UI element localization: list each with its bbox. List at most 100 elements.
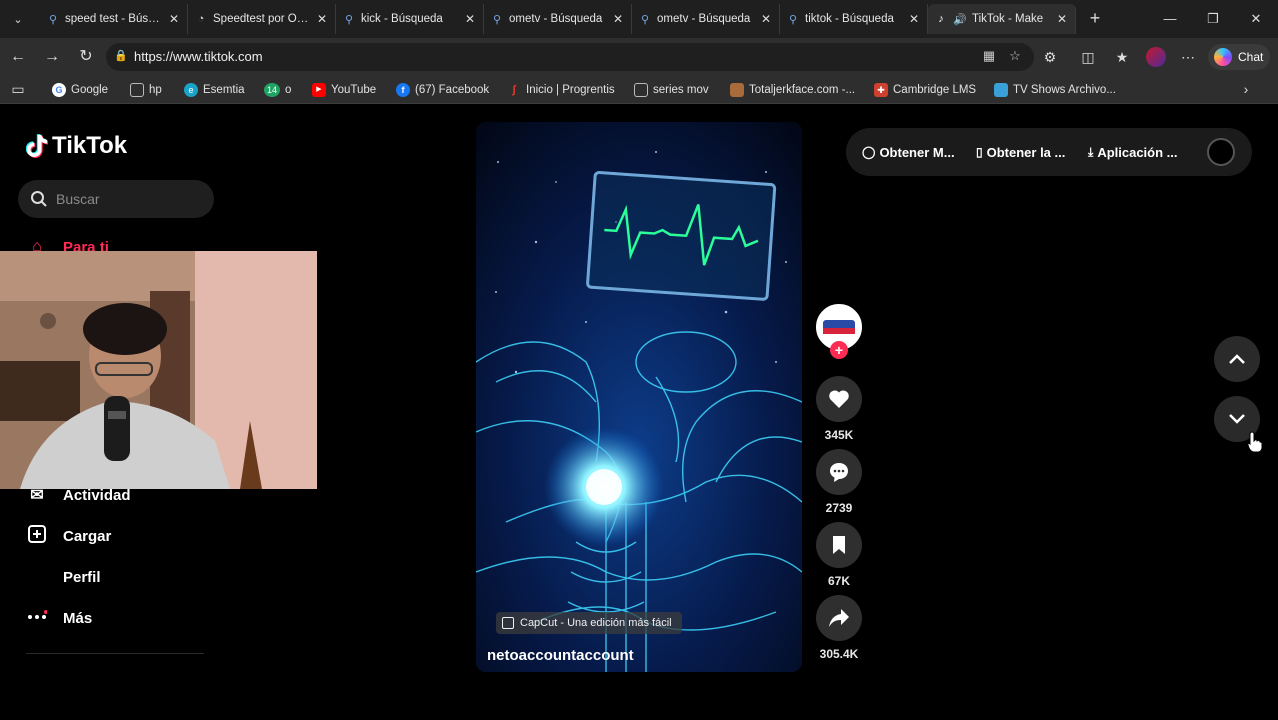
favorite-star-icon[interactable]: ☆ [1006,48,1024,66]
bookmark-progrentis[interactable]: ∫ Inicio | Progrentis [507,81,615,99]
download-icon: ⤓ [1088,144,1094,159]
tab-ometv-1[interactable]: ⚲ ometv - Búsqueda ✕ [484,4,632,34]
tab-kick[interactable]: ⚲ kick - Búsqueda ✕ [336,4,484,34]
nav-label: Perfil [63,568,101,586]
bookmark-google[interactable]: G Google [52,81,108,99]
chevron-down-icon [1229,414,1245,424]
split-screen-icon[interactable]: ◫ [1078,47,1098,67]
close-icon[interactable]: ✕ [465,12,477,26]
bookmark-totaljerkface[interactable]: Totaljerkface.com -... [730,81,855,99]
get-coins-button[interactable]: ◯ Obtener M... [862,144,955,160]
bookmark-youtube[interactable]: ▶ YouTube [312,81,376,99]
bookmark-cambridge[interactable]: ✚ Cambridge LMS [874,81,976,99]
tab-tiktok[interactable]: ♪ 🔊 TikTok - Make ✕ [928,4,1076,34]
chevron-right-icon[interactable]: › [1236,79,1256,99]
bookmark-series-mov[interactable]: series mov [634,81,709,99]
favorites-icon[interactable]: ★ [1112,47,1132,67]
tiktok-logo-icon [26,134,48,158]
desktop-app-button[interactable]: ⤓ Aplicación ... [1088,144,1178,160]
lock-icon[interactable]: 🔒 [114,49,128,63]
nav-perfil[interactable]: Perfil [26,565,101,589]
profile-avatar[interactable] [1146,47,1166,67]
tiktok-logo[interactable]: TikTok [26,132,127,160]
bookmark-label: Esemtia [203,84,245,96]
copilot-chat-button[interactable]: Chat [1208,44,1270,70]
browser-toolbar: ← → ↻ 🔒 https://www.tiktok.com ▦ ☆ ⚙ ◫ ★… [0,38,1278,76]
tab-tiktok-search[interactable]: ⚲ tiktok - Búsqueda ✕ [780,4,928,34]
bookmark-label: series mov [653,84,709,96]
close-icon[interactable]: ✕ [761,12,773,26]
bookmarks-menu-icon[interactable]: ▭ [8,79,28,99]
close-icon[interactable]: ✕ [1057,12,1069,26]
address-bar[interactable]: 🔒 https://www.tiktok.com ▦ ☆ [106,43,1034,71]
sidebar-divider [26,653,204,654]
user-avatar-circle[interactable] [1207,138,1235,166]
tab-title: kick - Búsqueda [361,13,443,25]
search-placeholder[interactable]: Buscar [56,191,100,207]
nav-label: Más [63,609,93,627]
hand-cursor-icon [1247,431,1263,453]
nav-mas[interactable]: Más [26,606,92,630]
close-icon[interactable]: ✕ [317,12,329,26]
progrentis-icon: ∫ [512,84,516,96]
bookmark-label: hp [149,84,162,96]
search-icon [30,190,48,208]
close-window-button[interactable]: ✕ [1246,8,1266,30]
get-app-button[interactable]: ▯ Obtener la ... [976,144,1065,160]
restore-button[interactable]: ❐ [1203,8,1223,30]
like-count: 345K [824,428,854,442]
close-icon[interactable]: ✕ [169,12,181,26]
like-button[interactable] [816,376,862,422]
tab-speedtest-ookla[interactable]: ◔ Speedtest por Ookla ✕ [188,4,336,34]
taskbar-strip [0,672,1278,720]
bookmark-label: o [285,84,292,96]
comment-count: 2739 [825,501,853,515]
tv-icon [994,83,1008,97]
bookmark-esemtia[interactable]: e Esemtia [184,81,245,99]
nav-cargar[interactable]: Cargar [26,524,111,548]
previous-video-button[interactable] [1214,336,1260,382]
video-author[interactable]: netoaccountaccount [487,647,634,664]
more-options-icon[interactable]: ⋯ [1178,47,1198,67]
tab-speed-test[interactable]: ⚲ speed test - Búsqueda ✕ [40,4,188,34]
bookmark-icon [833,536,845,554]
tab-actions-menu-button[interactable]: ⌄ [6,7,30,31]
comment-icon [830,463,848,482]
chevron-up-icon [1229,354,1245,364]
video-player[interactable] [476,122,802,672]
close-icon[interactable]: ✕ [909,12,921,26]
refresh-button[interactable]: ↻ [74,45,98,69]
pill-label: Aplicación ... [1097,144,1178,160]
bookmark-hp[interactable]: hp [130,81,162,99]
comment-button[interactable] [816,449,862,495]
search-icon: ⚲ [344,13,354,26]
bookmark-facebook[interactable]: f (67) Facebook [396,81,489,99]
phone-icon: ▯ [976,145,983,159]
search-box[interactable]: Buscar [18,180,214,218]
url-text[interactable]: https://www.tiktok.com [134,49,263,64]
speaker-icon[interactable]: 🔊 [953,13,967,26]
forward-button[interactable]: → [40,45,64,69]
follow-plus-button[interactable]: + [830,341,848,359]
new-tab-button[interactable]: + [1084,8,1106,30]
tab-ometv-2[interactable]: ⚲ ometv - Búsqueda ✕ [632,4,780,34]
back-button[interactable]: ← [6,45,30,69]
tab-title: Speedtest por Ookla [213,13,313,25]
bookmark-o[interactable]: 14 o [264,81,291,99]
save-button[interactable] [816,522,862,568]
tab-title: ometv - Búsqueda [509,13,603,25]
pill-label: Obtener M... [879,144,955,160]
share-icon [829,609,849,627]
minimize-button[interactable]: — [1160,8,1180,30]
nav-label: Cargar [63,527,112,545]
folder-icon [130,83,144,97]
close-icon[interactable]: ✕ [613,12,625,26]
share-button[interactable] [816,595,862,641]
capcut-banner[interactable]: CapCut - Una edición más fácil [496,612,682,634]
extensions-icon[interactable]: ⚙ [1040,47,1060,67]
bookmark-tv-shows[interactable]: TV Shows Archivo... [994,81,1116,99]
webcam-image [0,251,317,489]
upload-icon [26,524,48,549]
app-available-icon[interactable]: ▦ [980,48,998,66]
bookmark-label: Inicio | Progrentis [526,84,615,96]
